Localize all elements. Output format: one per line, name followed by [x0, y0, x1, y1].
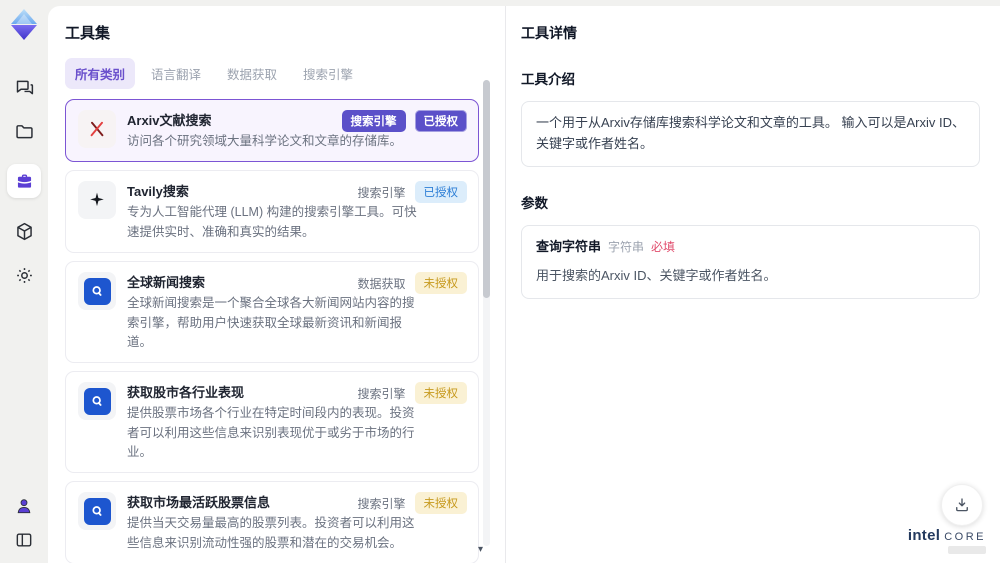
settings-gear-icon[interactable] — [13, 264, 35, 286]
tool-detail-pane: 工具详情 工具介绍 一个用于从Arxiv存储库搜索科学论文和文章的工具。 输入可… — [505, 6, 1000, 563]
sidebar-bottom — [13, 495, 35, 551]
tavily-star-icon — [78, 181, 116, 220]
auth-status-badge: 未授权 — [414, 492, 467, 515]
tab-search-engine[interactable]: 搜索引擎 — [293, 58, 363, 89]
auth-status-badge: 已授权 — [414, 181, 467, 204]
category-label: 数据获取 — [357, 276, 406, 291]
tool-card-stock-sectors[interactable]: 获取股市各行业表现 提供股票市场各个行业在特定时间段内的表现。投资者可以利用这些… — [65, 371, 479, 474]
tool-description: 专为人工智能代理 (LLM) 构建的搜索引擎工具。可快速提供实时、准确和真实的结… — [127, 205, 417, 239]
param-box: 查询字符串 字符串 必填 用于搜索的Arxiv ID、关键字或作者姓名。 — [521, 224, 980, 300]
tool-description: 提供股票市场各个行业在特定时间段内的表现。投资者可以利用这些信息来识别表现优于或… — [127, 406, 415, 459]
active-stocks-icon — [78, 492, 116, 531]
category-label: 搜索引擎 — [357, 496, 406, 511]
page-title: 工具集 — [65, 25, 111, 42]
tool-description: 提供当天交易量最高的股票列表。投资者可以利用这些信息来识别流动性强的股票和潜在的… — [127, 516, 415, 550]
chat-icon[interactable] — [13, 76, 35, 98]
tool-list: Arxiv文献搜索 访问各个研究领域大量科学论文和文章的存储库。 搜索引擎 已授… — [65, 99, 479, 563]
auth-status-badge: 未授权 — [414, 382, 467, 405]
tab-all-categories[interactable]: 所有类别 — [65, 58, 136, 89]
intro-box: 一个用于从Arxiv存储库搜索科学论文和文章的工具。 输入可以是Arxiv ID… — [521, 101, 980, 167]
scroll-down-arrow-icon[interactable]: ▾ — [478, 544, 483, 555]
intro-heading: 工具介绍 — [521, 72, 575, 87]
folder-icon[interactable] — [13, 120, 35, 142]
download-button[interactable] — [941, 484, 983, 526]
detail-title: 工具详情 — [521, 25, 577, 41]
sidebar-item-tools-active[interactable] — [7, 164, 41, 198]
param-type: 字符串 — [608, 239, 645, 254]
auth-status-badge: 已授权 — [414, 110, 467, 132]
auth-status-badge: 未授权 — [414, 272, 467, 295]
cube-icon[interactable] — [13, 220, 35, 242]
stock-sector-icon — [78, 382, 116, 421]
tool-list-pane: 工具集 所有类别 语言翻译 数据获取 搜索引擎 Arxiv文献搜索 访问各个研究… — [48, 6, 505, 563]
tool-card-global-news[interactable]: 全球新闻搜索 全球新闻搜索是一个聚合全球各大新闻网站内容的搜索引擎，帮助用户快速… — [65, 261, 479, 364]
tool-description: 访问各个研究领域大量科学论文和文章的存储库。 — [127, 134, 403, 148]
brand-intel-text: intel — [907, 527, 941, 544]
news-search-icon — [78, 272, 116, 311]
tool-card-active-stocks[interactable]: 获取市场最活跃股票信息 提供当天交易量最高的股票列表。投资者可以利用这些信息来识… — [65, 481, 479, 563]
brand-subtext-mark — [948, 546, 986, 554]
download-icon — [956, 498, 968, 512]
tab-data-fetch[interactable]: 数据获取 — [217, 58, 287, 89]
tool-card-arxiv[interactable]: Arxiv文献搜索 访问各个研究领域大量科学论文和文章的存储库。 搜索引擎 已授… — [65, 99, 479, 163]
params-heading: 参数 — [521, 195, 548, 211]
arxiv-icon — [78, 110, 116, 148]
main-panel: 工具集 所有类别 语言翻译 数据获取 搜索引擎 Arxiv文献搜索 访问各个研究… — [48, 6, 1000, 563]
intel-core-logo: intel CORE — [908, 527, 986, 554]
category-label: 搜索引擎 — [357, 185, 406, 200]
sidebar — [0, 0, 48, 563]
app-logo-icon[interactable] — [8, 8, 40, 42]
sidebar-nav — [7, 76, 41, 286]
briefcase-icon — [17, 174, 31, 188]
panel-toggle-icon[interactable] — [13, 529, 35, 551]
param-description: 用于搜索的Arxiv ID、关键字或作者姓名。 — [536, 268, 777, 284]
tab-language-translation[interactable]: 语言翻译 — [141, 58, 211, 89]
list-scrollbar-thumb[interactable] — [483, 80, 490, 298]
brand-core-text: CORE — [944, 531, 986, 543]
tool-description: 全球新闻搜索是一个聚合全球各大新闻网站内容的搜索引擎，帮助用户快速获取全球最新资… — [127, 296, 415, 349]
param-name: 查询字符串 — [536, 238, 602, 254]
list-scrollbar-track[interactable] — [483, 80, 490, 546]
tool-card-tavily[interactable]: Tavily搜索 专为人工智能代理 (LLM) 构建的搜索引擎工具。可快速提供实… — [65, 170, 479, 254]
category-label: 搜索引擎 — [357, 386, 406, 401]
param-required-flag: 必填 — [651, 239, 676, 254]
category-tabs: 所有类别 语言翻译 数据获取 搜索引擎 — [65, 58, 505, 89]
category-badge: 搜索引擎 — [341, 110, 406, 132]
user-avatar-icon[interactable] — [13, 495, 35, 517]
